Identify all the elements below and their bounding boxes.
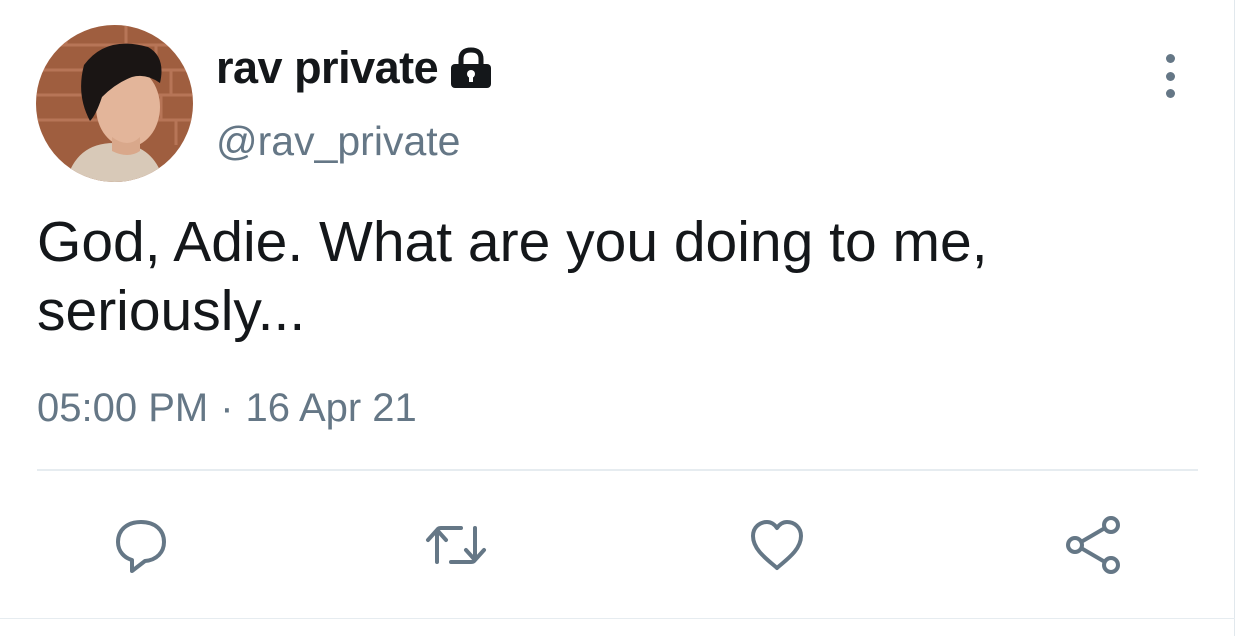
timestamp-separator: · bbox=[220, 386, 234, 430]
more-vertical-icon bbox=[1165, 54, 1175, 63]
action-bar bbox=[0, 510, 1235, 580]
retweet-icon bbox=[426, 526, 486, 564]
name-row: rav private bbox=[216, 42, 494, 94]
like-icon bbox=[751, 520, 803, 570]
tweet-time: 05:00 PM bbox=[37, 386, 209, 430]
like-button[interactable] bbox=[742, 510, 812, 580]
share-icon bbox=[1066, 516, 1120, 574]
more-options-button[interactable] bbox=[1150, 54, 1190, 98]
more-dot bbox=[1165, 71, 1175, 81]
more-dot bbox=[1165, 89, 1175, 98]
tweet-card: rav private @rav_private God, Adie. What… bbox=[0, 0, 1235, 636]
profile-photo bbox=[36, 25, 193, 182]
lock-icon bbox=[448, 46, 494, 94]
bottom-border bbox=[0, 618, 1235, 619]
display-name[interactable]: rav private bbox=[216, 42, 439, 94]
avatar[interactable] bbox=[36, 25, 193, 182]
tweet-text: God, Adie. What are you doing to me, ser… bbox=[37, 210, 988, 343]
retweet-button[interactable] bbox=[421, 510, 491, 580]
user-handle[interactable]: @rav_private bbox=[216, 118, 460, 165]
reply-button[interactable] bbox=[106, 510, 176, 580]
tweet-date: 16 Apr 21 bbox=[245, 386, 417, 430]
reply-icon bbox=[116, 520, 166, 573]
divider bbox=[37, 469, 1198, 471]
tweet-timestamp[interactable]: 05:00 PM · 16 Apr 21 bbox=[37, 386, 417, 431]
share-button[interactable] bbox=[1058, 510, 1128, 580]
